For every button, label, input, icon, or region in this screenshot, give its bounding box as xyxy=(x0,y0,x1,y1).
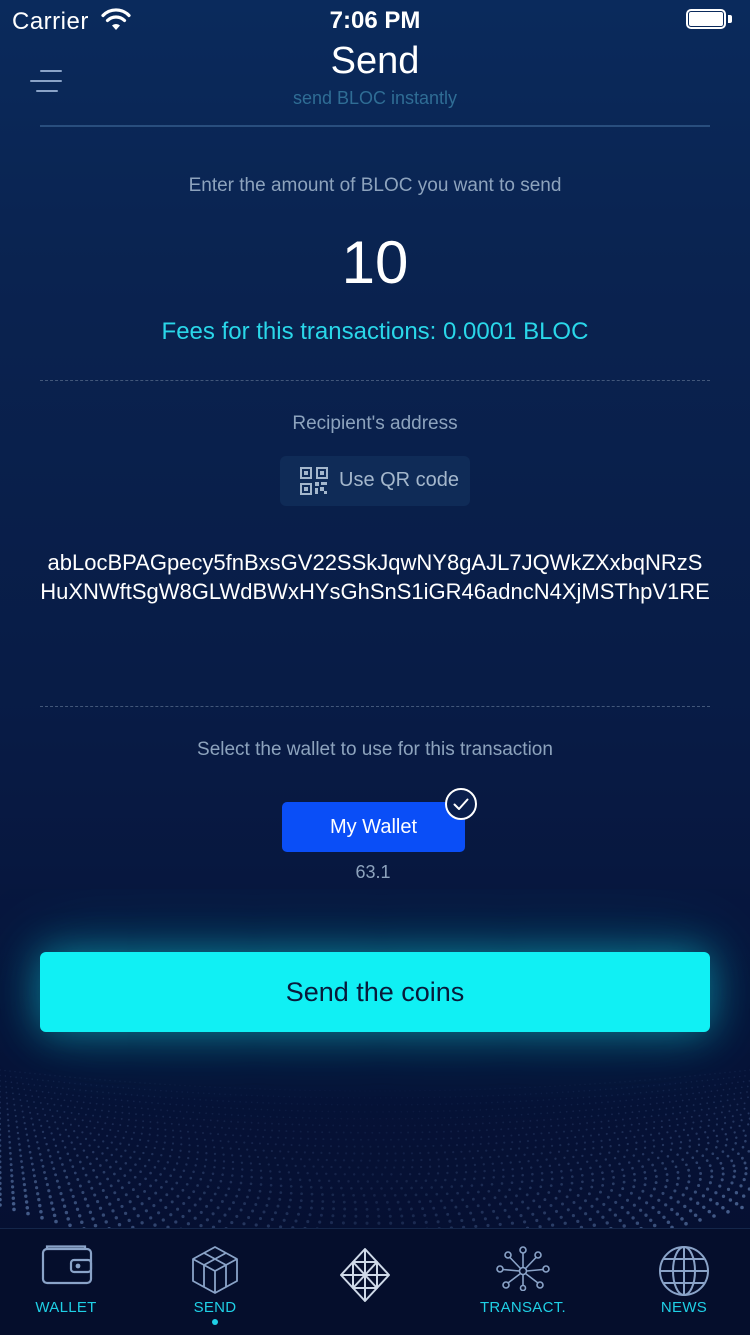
amount-input[interactable]: 10 xyxy=(0,228,750,297)
send-cube-icon xyxy=(192,1246,238,1294)
qr-code-icon xyxy=(300,467,328,495)
tab-send[interactable]: SEND xyxy=(150,1229,280,1335)
network-icon xyxy=(496,1246,550,1291)
address-line: abLocBPAGpecy5fnBxsGV22SSkJqwNY8gAJL7JQW… xyxy=(47,550,703,575)
recipient-label: Recipient's address xyxy=(292,413,458,434)
tab-wallet[interactable]: WALLET xyxy=(1,1229,131,1335)
page-subtitle: send BLOC instantly xyxy=(292,88,458,108)
wallet-option-button[interactable]: My Wallet xyxy=(282,802,465,852)
tab-home-logo[interactable] xyxy=(300,1229,430,1335)
tab-news[interactable]: NEWS xyxy=(619,1229,749,1335)
checkmark-circle-icon xyxy=(445,788,477,820)
wallet-icon xyxy=(41,1245,93,1285)
tab-bar: WALLET SEND TRANSACT. NEWS xyxy=(0,1228,750,1335)
battery-icon xyxy=(686,9,734,31)
tab-send-label: SEND xyxy=(193,1299,237,1316)
tab-wallet-label: WALLET xyxy=(35,1299,97,1316)
bloc-logo-icon xyxy=(340,1248,390,1302)
status-time: 7:06 PM xyxy=(329,7,421,34)
section-divider xyxy=(40,380,710,381)
section-divider xyxy=(40,706,710,707)
recipient-address-field[interactable]: abLocBPAGpecy5fnBxsGV22SSkJqwNY8gAJL7JQW… xyxy=(30,548,720,606)
tab-news-label: NEWS xyxy=(660,1299,708,1316)
tab-transactions-label: TRANSACT. xyxy=(479,1299,567,1316)
fees-text: Fees for this transactions: 0.0001 BLOC xyxy=(161,318,589,345)
wallet-balance: 63.1 xyxy=(355,862,391,882)
status-bar: Carrier 7:06 PM xyxy=(0,0,750,40)
globe-icon xyxy=(659,1246,709,1296)
active-tab-indicator xyxy=(212,1319,218,1325)
use-qr-code-button[interactable]: Use QR code xyxy=(280,456,470,506)
decorative-dot-wave xyxy=(0,1069,750,1230)
address-line: HuXNWftSgW8GLWdBWxHYsGhSnS1iGR46adncN4Xj… xyxy=(40,579,710,604)
send-coins-button[interactable]: Send the coins xyxy=(40,952,710,1032)
header-divider xyxy=(40,125,710,127)
amount-label: Enter the amount of BLOC you want to sen… xyxy=(188,175,562,196)
use-qr-code-label: Use QR code xyxy=(339,469,460,491)
tab-transactions[interactable]: TRANSACT. xyxy=(458,1229,588,1335)
wallet-select-label: Select the wallet to use for this transa… xyxy=(197,739,553,760)
page-title: Send xyxy=(330,40,420,82)
